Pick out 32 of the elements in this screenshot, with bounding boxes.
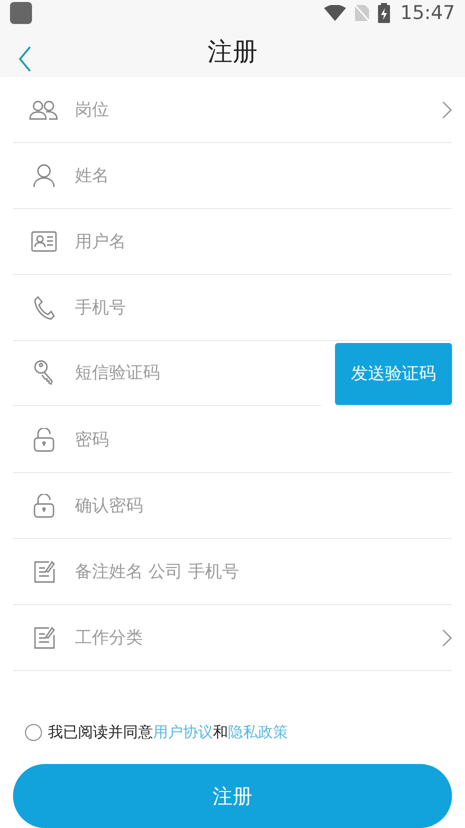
text-field[interactable]: 备注姓名 公司 手机号 (75, 552, 452, 592)
chevron-right-icon (442, 100, 452, 118)
agree-radio[interactable] (25, 724, 42, 741)
send-code-button[interactable]: 发送验证码 (335, 342, 452, 404)
page-title: 注册 (208, 36, 258, 68)
note-icon (33, 626, 55, 649)
password-field[interactable]: 确认密码 (75, 486, 452, 526)
key-icon (34, 360, 54, 386)
battery-icon (378, 2, 390, 23)
person-icon (33, 164, 55, 188)
text-field[interactable]: 手机号 (75, 288, 452, 328)
agreement-text: 我已阅读并同意用户协议和隐私政策 (48, 723, 288, 742)
phone-icon (33, 296, 55, 320)
chevron-right-icon (442, 628, 452, 646)
text-field[interactable]: 用户名 (75, 222, 452, 262)
note-icon (33, 560, 55, 583)
id-card-icon (31, 230, 57, 252)
code-field[interactable]: 短信验证码 (75, 353, 321, 393)
user-agreement-link[interactable]: 用户协议 (153, 723, 213, 741)
app-icon (10, 2, 32, 24)
text-field[interactable]: 姓名 (75, 156, 452, 196)
people-icon (29, 100, 59, 120)
register-button[interactable]: 注册 (13, 764, 452, 828)
status-time: 15:47 (400, 2, 455, 24)
wifi-icon (324, 4, 346, 21)
privacy-policy-link[interactable]: 隐私政策 (228, 723, 288, 741)
password-field[interactable]: 密码 (75, 420, 452, 460)
select-field[interactable]: 工作分类 (75, 618, 442, 658)
select-field[interactable]: 岗位 (75, 90, 442, 130)
padlock-icon (33, 494, 55, 518)
padlock-icon (33, 428, 55, 452)
no-sim-icon (354, 4, 370, 22)
